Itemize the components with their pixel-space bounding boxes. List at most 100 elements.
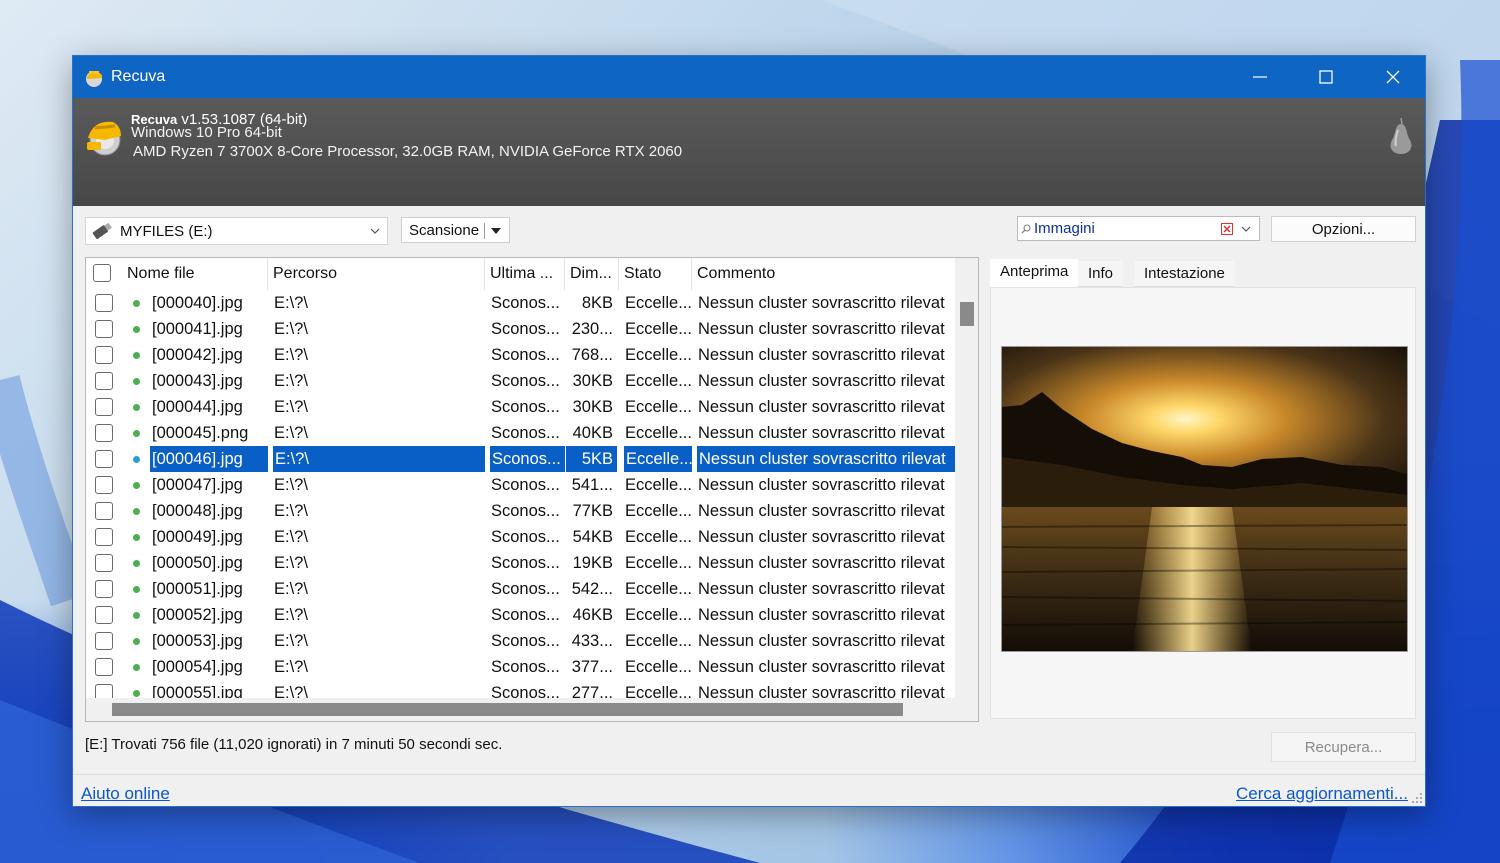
minimize-button[interactable]: [1226, 56, 1293, 98]
tab-intestazione[interactable]: Intestazione: [1134, 261, 1235, 287]
table-row[interactable]: [000043].jpg E:\?\ Sconos... 30KB Eccelle...…: [86, 368, 955, 394]
row-checkbox[interactable]: [95, 398, 113, 416]
recovery-state-icon: [133, 664, 140, 671]
recovery-state-icon: [133, 586, 140, 593]
chevron-down-icon[interactable]: [1240, 225, 1252, 235]
file-path-cell: E:\?\: [272, 446, 485, 472]
row-checkbox[interactable]: [95, 476, 113, 494]
maximize-button[interactable]: [1292, 56, 1359, 98]
comment-cell: Nessun cluster sovrascritto rilevat: [698, 476, 945, 494]
resize-grip-icon[interactable]: [1411, 792, 1423, 804]
comment-cell: Nessun cluster sovrascritto rilevat: [698, 632, 945, 650]
last-modified-cell: Sconos...: [489, 446, 565, 472]
tab-anteprima[interactable]: Anteprima: [990, 259, 1079, 287]
file-name-cell: [000051].jpg: [152, 580, 243, 598]
recover-button[interactable]: Recupera...: [1271, 732, 1416, 762]
recovery-state-icon: [133, 404, 140, 411]
row-checkbox[interactable]: [95, 424, 113, 442]
file-state-cell: Eccelle...: [625, 346, 692, 364]
file-path-cell: E:\?\: [274, 346, 308, 364]
recovery-state-icon: [133, 690, 140, 697]
drive-label: MYFILES (E:): [120, 222, 213, 240]
preview-image: [1001, 346, 1408, 652]
column-header-path[interactable]: Percorso: [268, 258, 485, 290]
recovery-state-icon: [133, 560, 140, 567]
recuva-window: Recuva Recuva v1.53.1087 (64-bit) Window…: [72, 55, 1426, 807]
file-path-cell: E:\?\: [274, 294, 308, 312]
recovery-state-icon: [133, 534, 140, 541]
table-row[interactable]: [000042].jpg E:\?\ Sconos... 768... Eccelle.…: [86, 342, 955, 368]
file-state-cell: Eccelle...: [625, 294, 692, 312]
file-state-cell: Eccelle...: [625, 372, 692, 390]
title-bar[interactable]: Recuva: [73, 56, 1425, 98]
tab-info[interactable]: Info: [1078, 261, 1124, 287]
check-updates-link[interactable]: Cerca aggiornamenti...: [1236, 784, 1408, 804]
last-modified-cell: Sconos...: [491, 346, 560, 364]
file-path-cell: E:\?\: [274, 554, 308, 572]
file-size-cell: 19KB: [572, 554, 613, 572]
table-row[interactable]: [000047].jpg E:\?\ Sconos... 541... Eccelle.…: [86, 472, 955, 498]
table-row[interactable]: [000052].jpg E:\?\ Sconos... 46KB Eccelle...…: [86, 602, 955, 628]
column-header-last-modified[interactable]: Ultima ...: [485, 258, 565, 290]
column-header-size[interactable]: Dim...: [565, 258, 619, 290]
table-row[interactable]: [000044].jpg E:\?\ Sconos... 30KB Eccelle...…: [86, 394, 955, 420]
preview-tabs: Anteprima Info Intestazione: [990, 257, 1416, 287]
row-checkbox[interactable]: [95, 606, 113, 624]
last-modified-cell: Sconos...: [491, 580, 560, 598]
row-checkbox[interactable]: [95, 554, 113, 572]
row-checkbox[interactable]: [95, 632, 113, 650]
column-header-state[interactable]: Stato: [619, 258, 692, 290]
comment-cell: Nessun cluster sovrascritto rilevat: [698, 320, 945, 338]
horizontal-scrollbar-thumb[interactable]: [112, 703, 903, 716]
row-checkbox[interactable]: [95, 528, 113, 546]
drive-select[interactable]: MYFILES (E:): [85, 217, 388, 245]
file-name-cell: [000053].jpg: [152, 632, 243, 650]
file-name-cell: [000050].jpg: [152, 554, 243, 572]
select-all-checkbox[interactable]: [93, 264, 111, 282]
column-header-comment[interactable]: Commento: [692, 258, 955, 290]
horizontal-scrollbar[interactable]: [86, 698, 978, 721]
row-checkbox[interactable]: [95, 502, 113, 520]
row-checkbox[interactable]: [95, 580, 113, 598]
system-info-header: Recuva v1.53.1087 (64-bit) Windows 10 Pr…: [73, 98, 1425, 206]
table-row[interactable]: [000050].jpg E:\?\ Sconos... 19KB Eccelle...…: [86, 550, 955, 576]
table-row[interactable]: [000053].jpg E:\?\ Sconos... 433... Eccelle.…: [86, 628, 955, 654]
row-checkbox[interactable]: [95, 346, 113, 364]
comment-cell: Nessun cluster sovrascritto rilevat: [698, 554, 945, 572]
table-row[interactable]: [000040].jpg E:\?\ Sconos... 8KB Eccelle... N…: [86, 290, 955, 316]
vertical-scrollbar[interactable]: [955, 258, 978, 698]
row-checkbox[interactable]: [95, 320, 113, 338]
file-state-cell: Eccelle...: [625, 658, 692, 676]
row-checkbox[interactable]: [95, 372, 113, 390]
vertical-scrollbar-thumb[interactable]: [960, 302, 974, 326]
table-row[interactable]: [000051].jpg E:\?\ Sconos... 542... Eccelle.…: [86, 576, 955, 602]
file-name-cell: [000045].png: [152, 424, 249, 442]
file-type-filter[interactable]: Immagini: [1017, 216, 1260, 241]
search-icon: [1021, 224, 1031, 233]
row-checkbox[interactable]: [95, 294, 113, 312]
table-row[interactable]: [000045].png E:\?\ Sconos... 40KB Eccelle...…: [86, 420, 955, 446]
column-header-name[interactable]: Nome file: [122, 258, 268, 290]
table-row[interactable]: [000041].jpg E:\?\ Sconos... 230... Eccelle.…: [86, 316, 955, 342]
file-path-cell: E:\?\: [274, 476, 308, 494]
file-name-cell: [000046].jpg: [150, 446, 268, 472]
file-size-cell: 30KB: [572, 398, 613, 416]
options-button[interactable]: Opzioni...: [1271, 216, 1416, 242]
table-row[interactable]: [000048].jpg E:\?\ Sconos... 77KB Eccelle...…: [86, 498, 955, 524]
file-list[interactable]: Nome file Percorso Ultima ... Dim... Sta…: [85, 257, 979, 722]
online-help-link[interactable]: Aiuto online: [81, 784, 170, 804]
row-checkbox[interactable]: [95, 450, 113, 468]
row-checkbox[interactable]: [95, 658, 113, 676]
file-size-cell: 8KB: [581, 294, 613, 312]
last-modified-cell: Sconos...: [491, 632, 560, 650]
file-state-cell: Eccelle...: [625, 320, 692, 338]
table-row[interactable]: [000054].jpg E:\?\ Sconos... 377... Eccelle.…: [86, 654, 955, 680]
table-row[interactable]: [000046].jpg E:\?\ Sconos... 5KB Eccelle... N…: [86, 446, 955, 472]
close-button[interactable]: [1359, 56, 1425, 98]
recovery-state-icon: [133, 378, 140, 385]
scan-button[interactable]: Scansione: [401, 217, 510, 243]
file-state-cell: Eccelle...: [625, 528, 692, 546]
clear-filter-icon[interactable]: [1221, 223, 1233, 235]
dropdown-arrow-icon[interactable]: [491, 228, 501, 234]
table-row[interactable]: [000049].jpg E:\?\ Sconos... 54KB Eccelle...…: [86, 524, 955, 550]
